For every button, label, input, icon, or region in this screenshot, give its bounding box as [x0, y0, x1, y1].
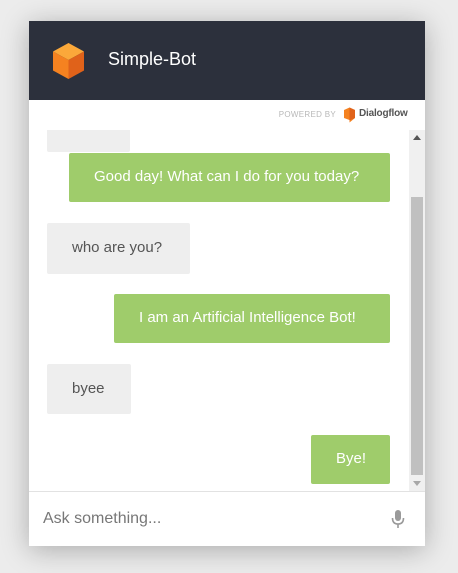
microphone-icon[interactable]	[391, 510, 405, 528]
scrollbar-thumb[interactable]	[411, 197, 423, 475]
scroll-up-arrow-icon[interactable]	[413, 135, 421, 140]
dialogflow-icon	[344, 107, 355, 123]
powered-by-label: POWERED BY	[278, 110, 336, 119]
message-scrollbar[interactable]	[409, 130, 425, 491]
bot-message: I am an Artificial Intelligence Bot!	[114, 294, 390, 343]
input-bar	[29, 491, 425, 546]
dialogflow-cube-icon	[53, 43, 84, 79]
dialogflow-brand[interactable]: Dialogflow	[359, 108, 408, 119]
user-message: byee	[47, 364, 131, 414]
bot-message: Good day! What can I do for you today?	[69, 153, 390, 202]
chat-widget: Simple-Bot POWERED BY Dialogflow Good da…	[29, 21, 425, 546]
powered-by-bar: POWERED BY Dialogflow	[29, 100, 425, 130]
message-input[interactable]	[43, 506, 373, 532]
scroll-down-arrow-icon[interactable]	[413, 481, 421, 486]
chat-header: Simple-Bot	[29, 21, 425, 100]
user-message: who are you?	[47, 223, 190, 274]
message-list[interactable]: Good day! What can I do for you today? w…	[29, 130, 409, 491]
chat-title: Simple-Bot	[108, 49, 197, 69]
bot-message: Bye!	[311, 435, 390, 484]
partial-user-message	[47, 130, 130, 152]
